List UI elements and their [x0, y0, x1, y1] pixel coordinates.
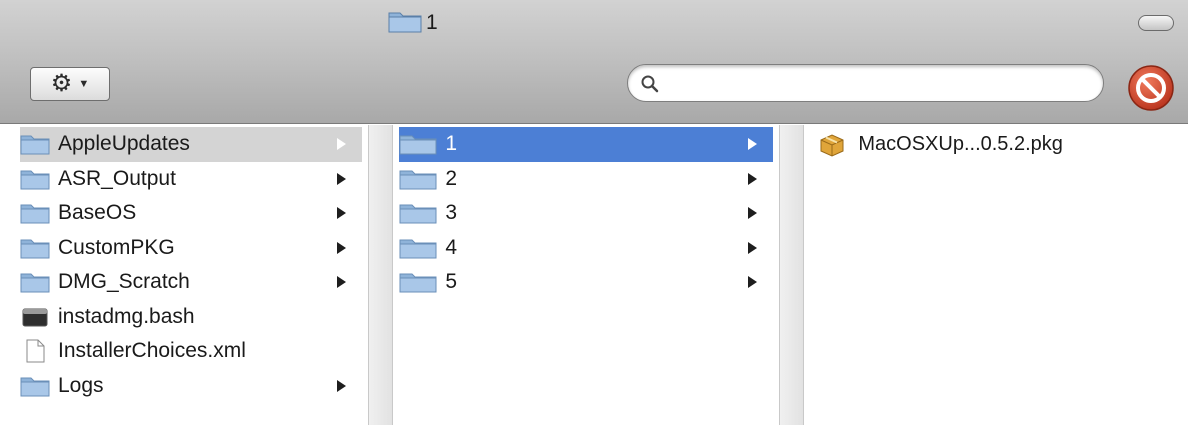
- list-item-folder-4[interactable]: 4: [399, 231, 773, 266]
- list-item-label: BaseOS: [58, 201, 137, 225]
- disclosure-arrow-icon: [337, 276, 347, 289]
- list-item-label: MacOSXUp...0.5.2.pkg: [858, 132, 1063, 155]
- disclosure-arrow-icon: [337, 138, 347, 151]
- folder-icon: [399, 204, 437, 224]
- list-item-folder-2[interactable]: 2: [399, 162, 773, 197]
- gear-icon: ⚙: [50, 70, 73, 97]
- list-item-label: instadmg.bash: [58, 304, 195, 328]
- disclosure-arrow-icon: [748, 138, 757, 151]
- search-icon: [641, 75, 659, 93]
- list-item-label: ASR_Output: [58, 166, 176, 190]
- list-item-label: DMG_Scratch: [58, 270, 190, 294]
- folder-icon: [388, 9, 422, 38]
- disclosure-arrow-icon: [337, 172, 347, 185]
- list-item-folder-3[interactable]: 3: [399, 196, 773, 231]
- list-item-installerchoices-xml[interactable]: InstallerChoices.xml: [20, 334, 362, 369]
- search-field[interactable]: [627, 64, 1104, 102]
- browser-column-3[interactable]: MacOSXUp...0.5.2.pkg: [804, 125, 1188, 425]
- list-item-baseos[interactable]: BaseOS: [20, 196, 362, 231]
- column-resize-handle[interactable]: [779, 125, 805, 425]
- column-browser: AppleUpdates ASR_Output BaseOS CustomPKG: [0, 125, 1188, 425]
- window-title-text: 1: [426, 11, 438, 34]
- folder-icon: [20, 135, 50, 155]
- list-item-label: 1: [445, 132, 458, 156]
- list-item-label: 3: [445, 201, 458, 225]
- browser-column-2[interactable]: 1 2 3 4 5: [393, 125, 779, 425]
- list-item-label: Logs: [58, 373, 104, 397]
- list-item-label: 5: [445, 270, 458, 294]
- list-item-folder-5[interactable]: 5: [399, 265, 773, 300]
- stop-icon[interactable]: [1127, 64, 1175, 117]
- list-item-folder-1[interactable]: 1: [399, 127, 773, 162]
- folder-icon: [399, 135, 437, 155]
- folder-icon: [20, 377, 50, 397]
- toolbar-toggle-button[interactable]: [1138, 15, 1174, 31]
- disclosure-arrow-icon: [748, 207, 757, 220]
- window-toolbar: 1 ⚙ ▼: [0, 0, 1188, 124]
- list-item-package[interactable]: MacOSXUp...0.5.2.pkg: [818, 127, 1182, 162]
- list-item-label: 2: [445, 166, 458, 190]
- list-item-asr-output[interactable]: ASR_Output: [20, 162, 362, 197]
- list-item-label: AppleUpdates: [58, 132, 190, 156]
- folder-icon: [399, 239, 437, 259]
- list-item-instadmg-bash[interactable]: instadmg.bash: [20, 300, 362, 335]
- package-icon: [820, 134, 844, 157]
- column-resize-handle[interactable]: [368, 125, 394, 425]
- list-item-label: 4: [445, 235, 458, 259]
- list-item-dmg-scratch[interactable]: DMG_Scratch: [20, 265, 362, 300]
- chevron-down-icon: ▼: [78, 78, 90, 90]
- folder-icon: [20, 239, 50, 259]
- window-title: 1: [388, 10, 438, 36]
- terminal-file-icon: [22, 308, 48, 327]
- folder-icon: [20, 170, 50, 190]
- disclosure-arrow-icon: [748, 241, 757, 254]
- folder-icon: [399, 273, 437, 293]
- list-item-label: InstallerChoices.xml: [58, 339, 246, 363]
- disclosure-arrow-icon: [748, 276, 757, 289]
- list-item-label: CustomPKG: [58, 235, 175, 259]
- disclosure-arrow-icon: [748, 172, 757, 185]
- disclosure-arrow-icon: [337, 241, 347, 254]
- browser-column-1[interactable]: AppleUpdates ASR_Output BaseOS CustomPKG: [0, 125, 369, 425]
- folder-icon: [399, 170, 437, 190]
- folder-icon: [20, 273, 50, 293]
- list-item-logs[interactable]: Logs: [20, 369, 362, 404]
- document-icon: [26, 339, 45, 363]
- search-input[interactable]: [668, 71, 1088, 95]
- folder-icon: [20, 204, 50, 224]
- list-item-custompkg[interactable]: CustomPKG: [20, 231, 362, 266]
- action-menu-button[interactable]: ⚙ ▼: [30, 67, 110, 101]
- disclosure-arrow-icon: [337, 379, 347, 392]
- disclosure-arrow-icon: [337, 207, 347, 220]
- list-item-appleupdates[interactable]: AppleUpdates: [20, 127, 363, 162]
